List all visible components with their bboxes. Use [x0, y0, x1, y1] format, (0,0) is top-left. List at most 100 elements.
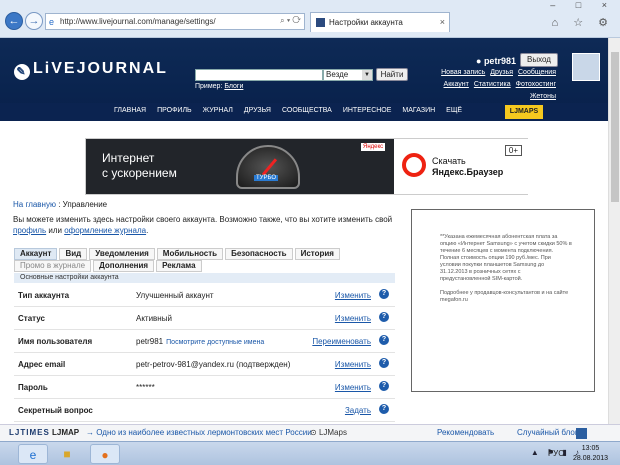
back-arrow-icon: ← [8, 15, 20, 27]
change-status-link[interactable]: Изменить [335, 314, 371, 323]
menu-item-profile[interactable]: ПРОФИЛЬ [157, 107, 192, 114]
table-row: Пароль ****** Изменить ? [14, 376, 395, 399]
username[interactable]: ● petr981 [476, 56, 516, 66]
help-icon[interactable]: ? [379, 358, 389, 368]
firefox-taskbar-icon[interactable]: ● [90, 444, 120, 464]
user-links-row2: Аккаунт Статистика Фотохостинг [439, 81, 556, 88]
clock[interactable]: 13:05 28.08.2013 [573, 444, 608, 464]
journal-design-link[interactable]: оформление журнала [64, 226, 146, 235]
forward-arrow-icon: → [28, 15, 40, 27]
menu-item-interesting[interactable]: ИНТЕРЕСНОЕ [343, 107, 392, 114]
search-input[interactable] [195, 69, 323, 81]
help-icon[interactable]: ? [379, 335, 389, 345]
ljtimes-bar: LJTIMES LJMAP → Одно из наиболее известн… [0, 424, 620, 441]
tab-ads[interactable]: Реклама [156, 260, 202, 272]
ljtimes-logo[interactable]: LJTIMES [9, 428, 50, 437]
recommend-link[interactable]: Рекомендовать [437, 428, 494, 437]
messages-link[interactable]: Сообщения [518, 69, 556, 76]
change-email-link[interactable]: Изменить [335, 360, 371, 369]
news-link[interactable]: → Одно из наиболее известных лермонтовск… [86, 428, 312, 437]
vertical-scrollbar[interactable] [608, 38, 620, 424]
search-scope-select[interactable]: Везде ▼ [323, 69, 373, 81]
banner-right: Скачать Яндекс.Браузер 0+ [394, 139, 528, 194]
tab-notifications[interactable]: Уведомления [89, 248, 155, 260]
ljmap-label: LJMAP [52, 428, 80, 437]
tab-history[interactable]: История [294, 248, 340, 260]
setting-label: Адрес email [18, 360, 66, 369]
menu-item-home[interactable]: ГЛАВНАЯ [114, 107, 146, 114]
logout-button[interactable]: Выход [520, 53, 558, 67]
menu-item-journal[interactable]: ЖУРНАЛ [203, 107, 233, 114]
livejournal-logo[interactable]: ✎ LiVEJOURNAL [14, 60, 168, 80]
tab-addons[interactable]: Дополнения [93, 260, 155, 272]
table-row: Статус Активный Изменить ? [14, 307, 395, 330]
random-blog-link[interactable]: Случайный блог [517, 428, 578, 437]
photohosting-link[interactable]: Фотохостинг [516, 81, 556, 88]
share-icon[interactable] [576, 428, 587, 439]
address-tools-icon[interactable]: ⌕ ▾ ⟳ [280, 16, 301, 26]
address-bar[interactable]: e http://www.livejournal.com/manage/sett… [45, 13, 305, 30]
chevron-down-icon: ▼ [362, 70, 372, 80]
account-link[interactable]: Аккаунт [444, 81, 469, 88]
tab-mobile[interactable]: Мобильность [156, 248, 224, 260]
ljmaps-button[interactable]: LJMAPS [505, 105, 543, 119]
tab-promo[interactable]: Промо в журнале [14, 260, 92, 272]
friends-link[interactable]: Друзья [490, 69, 513, 76]
search-example: Пример: Блоги [195, 83, 244, 90]
user-links-row1: Новая запись Друзья Сообщения [436, 69, 556, 76]
side-ad[interactable]: **Указана ежемесячная абонентская плата … [411, 209, 595, 392]
ie-taskbar-icon[interactable]: e [18, 444, 48, 464]
new-post-link[interactable]: Новая запись [441, 69, 485, 76]
settings-tabs-row2: Промо в журнале Дополнения Реклама [14, 260, 204, 272]
help-icon[interactable]: ? [379, 289, 389, 299]
setting-value: Активный [136, 314, 172, 323]
ie-page-icon: e [49, 17, 55, 27]
tab-account[interactable]: Аккаунт [14, 248, 58, 260]
set-secret-question-link[interactable]: Задать [345, 406, 371, 415]
menu-item-communities[interactable]: СООБЩЕСТВА [282, 107, 332, 114]
change-account-type-link[interactable]: Изменить [335, 291, 371, 300]
back-button[interactable]: ← [5, 12, 23, 30]
ljmaps-link[interactable]: ⊙ LJMaps [310, 428, 347, 437]
tab-title: Настройки аккаунта [329, 18, 403, 27]
browser-tools-icons[interactable]: ⌂ ☆ ⚙ [552, 16, 614, 29]
available-names-link[interactable]: Посмотрите доступные имена [166, 339, 264, 346]
setting-value: ****** [136, 383, 155, 392]
intro-text: Вы можете изменить здесь настройки своег… [13, 215, 393, 235]
avatar[interactable] [572, 53, 600, 81]
setting-label: Пароль [18, 383, 48, 392]
help-icon[interactable]: ? [379, 312, 389, 322]
help-icon[interactable]: ? [379, 404, 389, 414]
example-link[interactable]: Блоги [224, 83, 243, 90]
menu-item-more[interactable]: ЕЩЁ [446, 107, 462, 114]
home-link[interactable]: На главную [13, 200, 56, 209]
help-icon[interactable]: ? [379, 381, 389, 391]
search-button[interactable]: Найти [376, 68, 408, 81]
folder-taskbar-icon[interactable]: ■ [52, 444, 82, 464]
setting-value: petr-petrov-981@yandex.ru (подтвержден) [136, 360, 291, 369]
table-row: Секретный вопрос Задать ? [14, 399, 395, 422]
menu-item-shop[interactable]: МАГАЗИН [402, 107, 435, 114]
tab-security[interactable]: Безопасность [225, 248, 293, 260]
tab-view[interactable]: Вид [59, 248, 88, 260]
change-password-link[interactable]: Изменить [335, 383, 371, 392]
section-header: Основные настройки аккаунта [14, 273, 395, 283]
ad-banner[interactable]: Интернет с ускорением ТУРБО Яндекс Скачат… [85, 138, 528, 195]
rename-link[interactable]: Переименовать [312, 337, 371, 346]
site-header: ✎ LiVEJOURNAL Везде ▼ Найти Пример: Блоги … [0, 38, 608, 121]
tokens-link[interactable]: Жетоны [530, 93, 556, 100]
settings-table: Тип аккаунта Улучшенный аккаунт Изменить… [14, 284, 395, 422]
profile-link[interactable]: профиль [13, 226, 46, 235]
stats-link[interactable]: Статистика [474, 81, 511, 88]
menu-item-friends[interactable]: ДРУЗЬЯ [244, 107, 271, 114]
window-controls[interactable]: – □ × [550, 0, 616, 10]
language-indicator[interactable]: РУС [548, 449, 564, 458]
browser-tab[interactable]: Настройки аккаунта × [310, 12, 450, 32]
banner-headline: Интернет с ускорением [102, 151, 177, 180]
age-rating: 0+ [504, 145, 522, 156]
scrollbar-thumb[interactable] [611, 52, 619, 202]
taskbar: e ■ ● ▲ ⚑ ▮ ♪ РУС 13:05 28.08.2013 [0, 441, 620, 465]
speedometer-icon: ТУРБО [236, 145, 300, 189]
forward-button[interactable]: → [25, 12, 43, 30]
close-tab-icon[interactable]: × [440, 17, 445, 27]
